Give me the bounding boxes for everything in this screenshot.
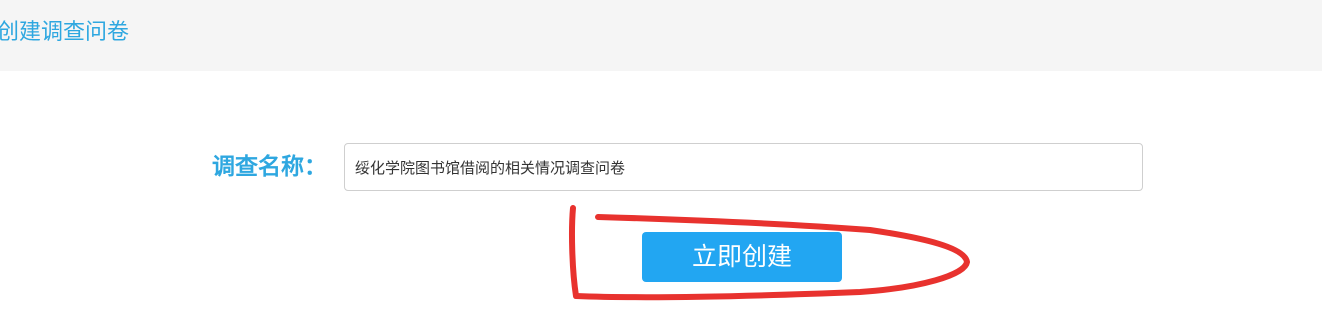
page-title: 创建调查问卷 [0,20,130,45]
survey-name-input[interactable] [344,143,1143,191]
survey-name-label: 调查名称： [212,154,327,180]
header-bar: 创建调查问卷 [0,0,1322,71]
create-survey-page: 创建调查问卷 调查名称： 立即创建 [0,0,1322,318]
create-now-button[interactable]: 立即创建 [642,232,842,282]
